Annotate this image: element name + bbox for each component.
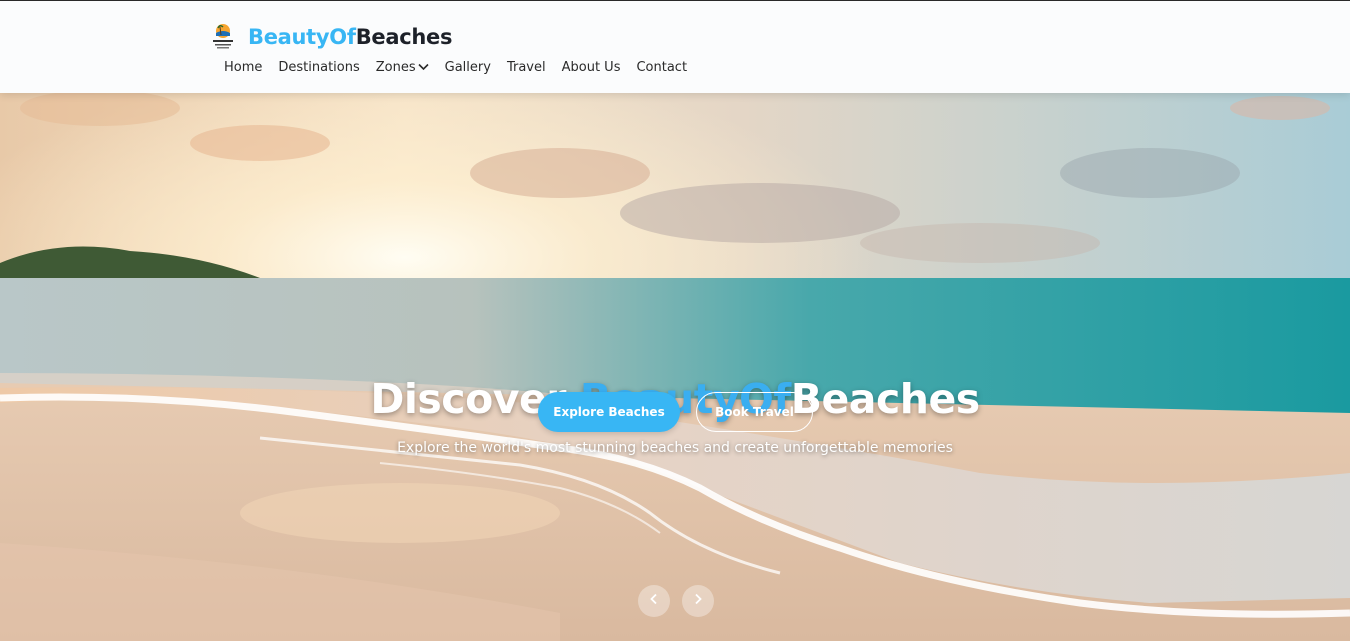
brand-name: BeautyOfBeaches [248,25,452,49]
brand-name-part2: Beaches [355,25,453,49]
brand[interactable]: BeautyOfBeaches [211,21,452,53]
nav-gallery[interactable]: Gallery [437,59,499,77]
nav-contact[interactable]: Contact [628,59,695,77]
hero-section: Discover BeautyOfBeaches Explore the wor… [0,93,1350,641]
carousel-next-button[interactable] [682,585,714,617]
nav-about-us[interactable]: About Us [554,59,629,77]
hero-subtitle: Explore the world's most stunning beache… [397,440,953,456]
nav-zones-label: Zones [375,60,416,75]
hero-background-image [0,93,1350,641]
carousel-prev-button[interactable] [638,585,670,617]
logo-icon [211,22,235,52]
nav-travel[interactable]: Travel [499,59,554,77]
explore-beaches-button[interactable]: Explore Beaches [538,392,680,432]
nav-home[interactable]: Home [216,59,270,77]
nav-destinations[interactable]: Destinations [270,59,367,77]
chevron-down-icon [418,59,429,77]
site-header: BeautyOfBeaches Home Destinations Zones … [0,1,1350,93]
chevron-left-icon [649,592,659,610]
chevron-right-icon [693,592,703,610]
hero-title-suffix: Beaches [790,375,980,423]
main-nav: Home Destinations Zones Gallery Travel A… [216,59,695,77]
brand-name-part1: BeautyOf [248,25,356,49]
book-travel-button[interactable]: Book Travel [696,392,813,432]
nav-zones[interactable]: Zones [368,59,437,77]
